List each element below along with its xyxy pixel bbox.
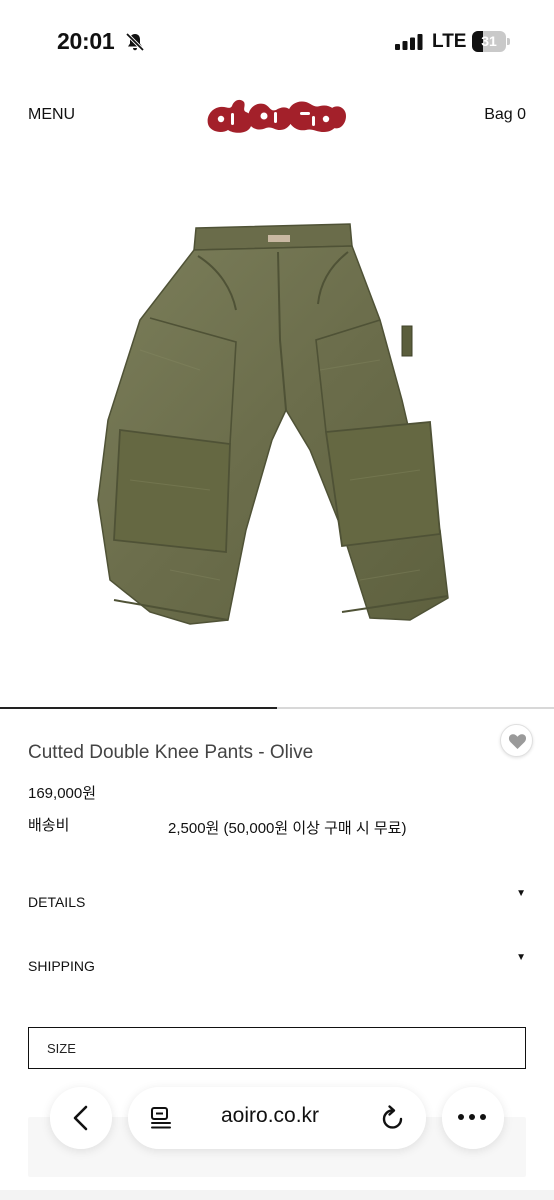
back-icon[interactable] [71,1105,91,1131]
chevron-down-icon: ▼ [516,952,526,963]
size-select[interactable]: SIZE [28,1027,526,1069]
shipping-fee-label: 배송비 [28,817,70,834]
shipping-fee-value: 2,500원 (50,000원 이상 구매 시 무료) [168,820,407,837]
image-carousel-progress-fill [0,707,277,709]
signal-icon [395,34,423,50]
url-text[interactable]: aoiro.co.kr [221,1104,319,1128]
status-time: 20:01 [57,28,115,54]
chevron-down-icon: ▼ [516,888,526,899]
menu-link[interactable]: MENU [28,106,75,124]
wishlist-button[interactable] [500,724,533,757]
accordion-shipping-label: SHIPPING [28,958,95,974]
heart-icon [508,734,527,750]
tabs-icon[interactable] [149,1106,173,1130]
product-price: 169,000원 [28,785,97,802]
bell-slash-icon [125,32,145,52]
image-carousel-progress [0,707,554,709]
battery-icon: 31 [472,31,510,52]
size-select-placeholder: SIZE [47,1041,76,1056]
reload-icon[interactable] [380,1104,406,1132]
accordion-details-label: DETAILS [28,894,86,910]
bag-link[interactable]: Bag 0 [484,106,526,124]
status-bar: 20:01 LTE 31 [0,0,554,84]
site-header: MENU Bag 0 [0,84,554,154]
accordion-shipping[interactable]: SHIPPING ▼ [28,952,526,982]
product-image-icon [97,223,449,625]
bottom-strip [0,1190,554,1200]
more-icon[interactable] [457,1112,487,1122]
accordion-details[interactable]: DETAILS ▼ [28,888,526,918]
brand-logo-icon[interactable] [204,94,350,138]
battery-level: 31 [481,33,497,49]
product-title: Cutted Double Knee Pants - Olive [28,742,314,763]
network-label: LTE [432,31,467,52]
